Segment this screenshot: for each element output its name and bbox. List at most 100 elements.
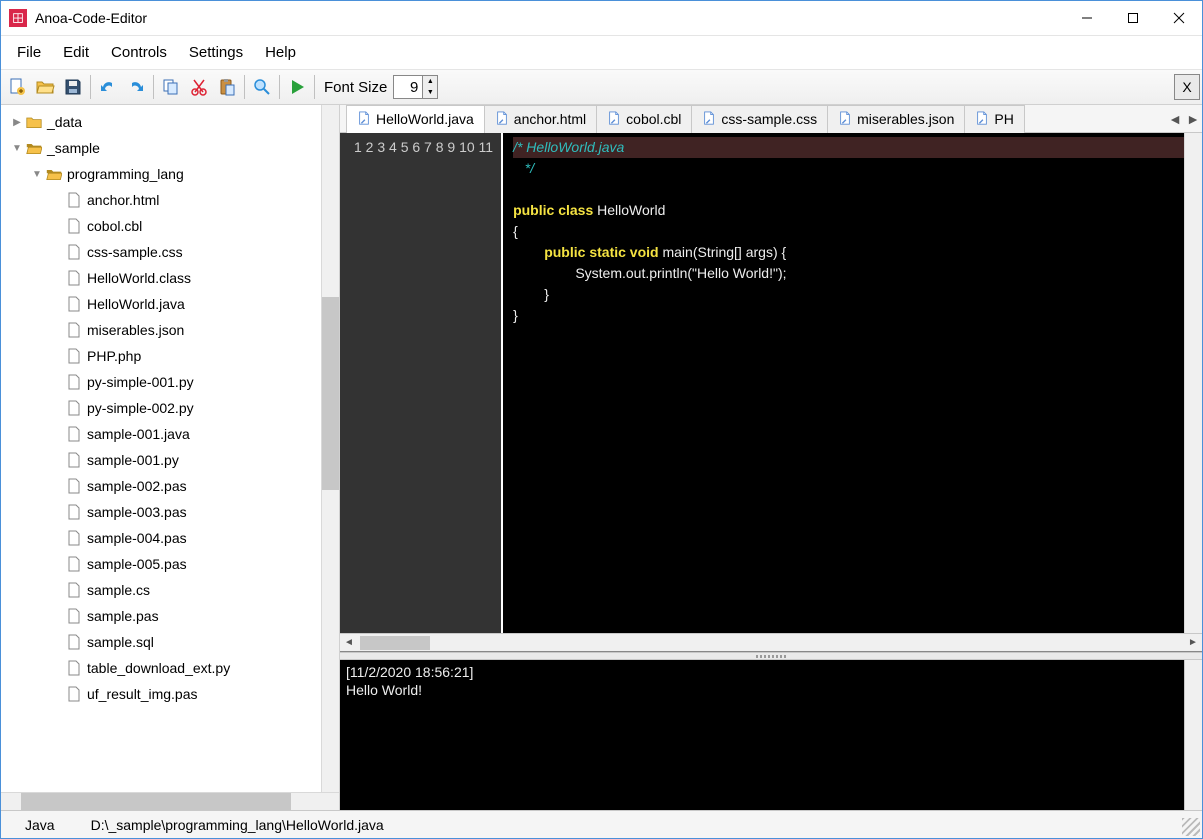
tree-item[interactable]: sample-003.pas — [1, 499, 321, 525]
tree-item[interactable]: sample-001.java — [1, 421, 321, 447]
file-icon — [65, 322, 83, 338]
document-icon — [607, 111, 621, 128]
tree-item[interactable]: uf_result_img.pas — [1, 681, 321, 707]
menu-settings[interactable]: Settings — [179, 40, 253, 65]
tree-vertical-scrollbar[interactable] — [321, 105, 339, 792]
tree-item[interactable]: sample-004.pas — [1, 525, 321, 551]
tree-item[interactable]: HelloWorld.java — [1, 291, 321, 317]
file-icon — [65, 192, 83, 208]
tree-item[interactable]: ▼_sample — [1, 135, 321, 161]
maximize-button[interactable] — [1110, 1, 1156, 35]
editor-tab[interactable]: css-sample.css — [691, 105, 828, 133]
document-icon — [975, 111, 989, 128]
tree-item[interactable]: HelloWorld.class — [1, 265, 321, 291]
file-icon — [65, 530, 83, 546]
horizontal-splitter[interactable] — [340, 652, 1202, 660]
tree-label: sample.cs — [87, 582, 150, 598]
cut-button[interactable] — [185, 73, 213, 101]
menu-controls[interactable]: Controls — [101, 40, 177, 65]
redo-button[interactable] — [122, 73, 150, 101]
console-vertical-scrollbar[interactable] — [1184, 660, 1202, 810]
font-size-down[interactable]: ▼ — [423, 87, 437, 98]
tree-label: sample-005.pas — [87, 556, 187, 572]
tree-label: sample.pas — [87, 608, 159, 624]
tab-scroll-right[interactable]: ► — [1184, 105, 1202, 133]
tree-label: sample-001.py — [87, 452, 179, 468]
close-button[interactable] — [1156, 1, 1202, 35]
editor-horizontal-scrollbar[interactable]: ◄ ► — [340, 633, 1202, 651]
tree-item[interactable]: py-simple-002.py — [1, 395, 321, 421]
tree-label: py-simple-001.py — [87, 374, 194, 390]
tree-item[interactable]: PHP.php — [1, 343, 321, 369]
code-area[interactable]: /* HelloWorld.java */ public class Hello… — [503, 133, 1184, 633]
scrollbar-thumb[interactable] — [21, 793, 291, 810]
file-icon — [65, 686, 83, 702]
search-button[interactable] — [248, 73, 276, 101]
file-icon — [65, 452, 83, 468]
tab-label: cobol.cbl — [626, 111, 681, 127]
editor-tab[interactable]: cobol.cbl — [596, 105, 692, 133]
scrollbar-thumb[interactable] — [322, 297, 339, 489]
tree-item[interactable]: sample.cs — [1, 577, 321, 603]
undo-button[interactable] — [94, 73, 122, 101]
toolbar-separator — [279, 75, 280, 99]
output-console[interactable]: [11/2/2020 18:56:21] Hello World! — [340, 660, 1184, 810]
tree-item[interactable]: sample-001.py — [1, 447, 321, 473]
file-icon — [65, 608, 83, 624]
file-icon — [65, 348, 83, 364]
editor-vertical-scrollbar[interactable] — [1184, 133, 1202, 633]
resize-grip[interactable] — [1182, 818, 1200, 836]
chevron-down-icon[interactable]: ▼ — [29, 169, 45, 180]
paste-button[interactable] — [213, 73, 241, 101]
tree-item[interactable]: ▼ programming_lang — [1, 161, 321, 187]
tree-item[interactable]: ▶_data — [1, 109, 321, 135]
folder-icon — [25, 115, 43, 129]
scroll-right-button[interactable]: ► — [1184, 637, 1202, 648]
tree-item[interactable]: sample.sql — [1, 629, 321, 655]
save-button[interactable] — [59, 73, 87, 101]
file-icon — [65, 634, 83, 650]
chevron-right-icon[interactable]: ▶ — [9, 117, 25, 128]
tree-item[interactable]: py-simple-001.py — [1, 369, 321, 395]
tree-item[interactable]: table_download_ext.py — [1, 655, 321, 681]
document-icon — [357, 111, 371, 128]
copy-button[interactable] — [157, 73, 185, 101]
open-file-button[interactable] — [31, 73, 59, 101]
chevron-down-icon[interactable]: ▼ — [9, 143, 25, 154]
line-gutter: 1 2 3 4 5 6 7 8 9 10 11 — [340, 133, 503, 633]
font-size-input[interactable] — [394, 76, 422, 98]
menu-help[interactable]: Help — [255, 40, 306, 65]
run-button[interactable] — [283, 73, 311, 101]
tree-label: programming_lang — [67, 166, 184, 182]
tree-item[interactable]: cobol.cbl — [1, 213, 321, 239]
new-file-button[interactable] — [3, 73, 31, 101]
code-editor[interactable]: 1 2 3 4 5 6 7 8 9 10 11 /* HelloWorld.ja… — [340, 133, 1202, 633]
file-icon — [65, 218, 83, 234]
scroll-left-button[interactable]: ◄ — [340, 637, 358, 648]
scrollbar-thumb[interactable] — [360, 636, 430, 650]
font-size-spinner[interactable]: ▲ ▼ — [393, 75, 438, 99]
tab-scroll-left[interactable]: ◄ — [1166, 105, 1184, 133]
tree-label: py-simple-002.py — [87, 400, 194, 416]
tree-item[interactable]: css-sample.css — [1, 239, 321, 265]
tree-item[interactable]: anchor.html — [1, 187, 321, 213]
editor-tab[interactable]: miserables.json — [827, 105, 965, 133]
toolbar-separator — [244, 75, 245, 99]
tree-item[interactable]: sample-002.pas — [1, 473, 321, 499]
tree-item[interactable]: sample.pas — [1, 603, 321, 629]
editor-tab[interactable]: PH — [964, 105, 1024, 133]
menu-edit[interactable]: Edit — [53, 40, 99, 65]
close-panel-button[interactable]: X — [1174, 74, 1200, 100]
minimize-button[interactable] — [1064, 1, 1110, 35]
menubar: File Edit Controls Settings Help — [1, 35, 1202, 70]
tree-item[interactable]: sample-005.pas — [1, 551, 321, 577]
font-size-up[interactable]: ▲ — [423, 76, 437, 87]
file-tree[interactable]: ▶_data▼_sample▼programming_langanchor.ht… — [1, 105, 321, 792]
menu-file[interactable]: File — [7, 40, 51, 65]
editor-tab[interactable]: anchor.html — [484, 105, 597, 133]
titlebar: Anoa-Code-Editor — [1, 1, 1202, 35]
tree-label: sample.sql — [87, 634, 154, 650]
editor-tab[interactable]: HelloWorld.java — [346, 105, 485, 133]
tree-horizontal-scrollbar[interactable] — [1, 792, 339, 810]
tree-item[interactable]: miserables.json — [1, 317, 321, 343]
